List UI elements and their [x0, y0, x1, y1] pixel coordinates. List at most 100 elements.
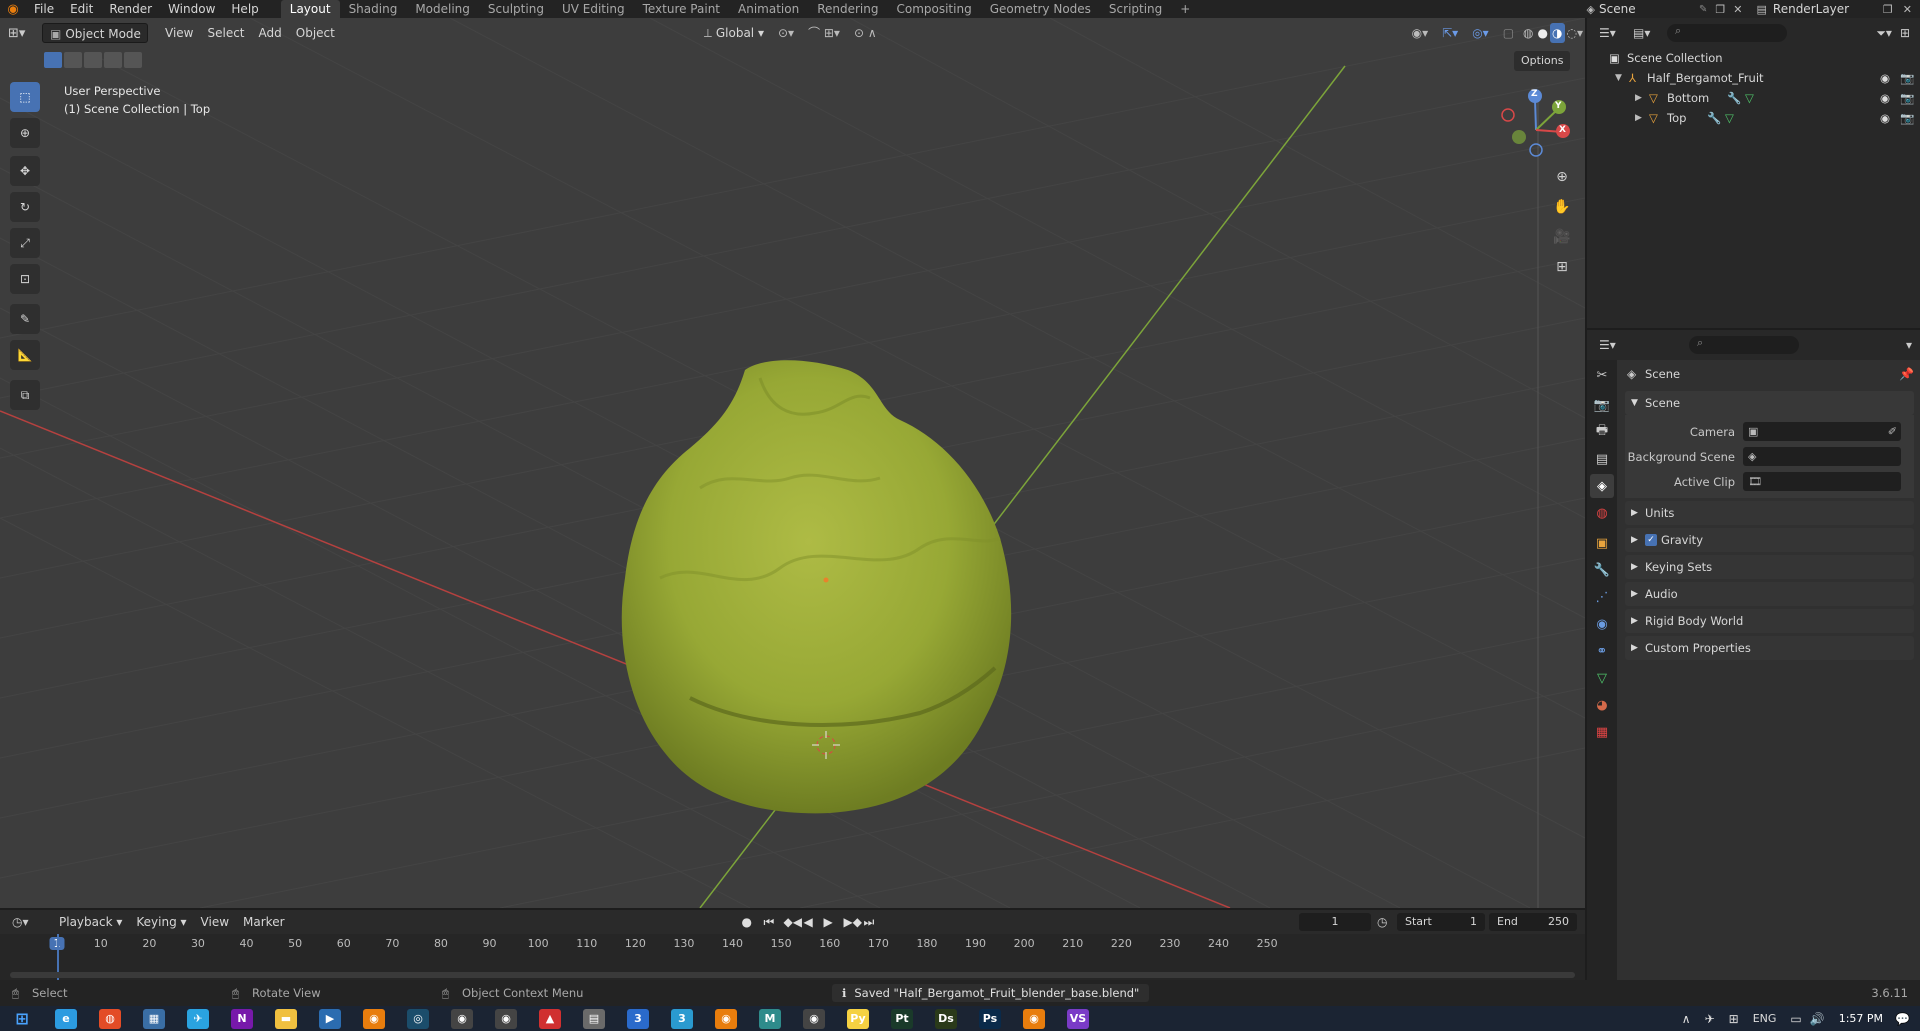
mode-selector[interactable]: ▣ Object Mode — [42, 23, 148, 43]
select-extend-icon[interactable] — [64, 52, 82, 68]
pin-icon[interactable]: 📌 — [1899, 367, 1914, 381]
render-camera-icon[interactable]: 📷 — [1900, 71, 1920, 85]
jump-keyframe-forward-icon[interactable]: ▶◆ — [844, 915, 864, 929]
frame-ruler[interactable]: 1102030405060708090100110120130140150160… — [0, 934, 1585, 956]
object-tab-icon[interactable]: ▣ — [1590, 531, 1614, 555]
output-tab-icon[interactable]: 🖶 — [1590, 420, 1614, 444]
pivot-point-icon[interactable]: ⊙▾ — [771, 23, 801, 43]
options-button[interactable]: Options — [1514, 51, 1571, 71]
mesh-data-icon[interactable]: ▽ — [1745, 91, 1763, 105]
measure-tool[interactable]: 📐 — [10, 340, 40, 370]
tab-layout[interactable]: Layout — [280, 0, 340, 18]
material-tab-icon[interactable]: ◕ — [1590, 693, 1614, 717]
telegram-tray-icon[interactable]: ✈ — [1705, 1012, 1715, 1026]
panel-rigid-body-header[interactable]: ▶ Rigid Body World — [1625, 609, 1914, 633]
start-frame-field[interactable]: Start 1 — [1397, 913, 1485, 931]
outliner-row-bottom[interactable]: ▶ ▽ Bottom 🔧 ▽ ◉ 📷 — [1587, 88, 1920, 108]
current-frame-field[interactable]: 1 — [1299, 913, 1371, 931]
calculator-taskbar-icon[interactable]: ▦ — [143, 1008, 165, 1029]
gizmo-toggle-icon[interactable]: ⇱▾ — [1435, 23, 1465, 43]
visibility-icon[interactable]: ◉▾ — [1405, 23, 1436, 43]
3d-viewport[interactable]: Z Y X ⊞▾ ▣ Object Mode View Select Add Ob… — [0, 18, 1585, 908]
add-cube-tool[interactable]: ⧉ — [10, 380, 40, 410]
mesh-data-tab-icon[interactable]: ▽ — [1590, 666, 1614, 690]
substance-designer-taskbar-icon[interactable]: Ds — [935, 1008, 957, 1029]
particles-tab-icon[interactable]: ⋰ — [1590, 585, 1614, 609]
eyedropper-icon[interactable]: ✐ — [1888, 425, 1897, 438]
shading-solid-icon[interactable]: ● — [1536, 23, 1550, 43]
menu-add[interactable]: Add — [252, 23, 289, 43]
render-camera-icon[interactable]: 📷 — [1900, 111, 1920, 125]
gravity-checkbox[interactable]: ✓ — [1645, 534, 1657, 546]
overlay-toggle-icon[interactable]: ◎▾ — [1465, 23, 1496, 43]
properties-search-input[interactable]: ⌕ — [1689, 336, 1799, 354]
tab-animation[interactable]: Animation — [729, 0, 808, 18]
blender3-taskbar-icon[interactable]: ◉ — [1023, 1008, 1045, 1029]
expand-arrow-icon[interactable]: ▶ — [1635, 113, 1649, 123]
new-collection-icon[interactable]: ⊞ — [1900, 26, 1910, 40]
outliner-editor-icon[interactable]: ☰▾ — [1599, 26, 1633, 40]
dropdown-icon[interactable]: ▾ — [1906, 338, 1912, 352]
view-layer-tab-icon[interactable]: ▤ — [1590, 447, 1614, 471]
select-new-icon[interactable] — [44, 52, 62, 68]
render-tab-icon[interactable]: 📷 — [1590, 393, 1614, 417]
filter-icon[interactable]: ⏷▾ — [1876, 26, 1892, 41]
panel-audio-header[interactable]: ▶ Audio — [1625, 582, 1914, 606]
end-frame-field[interactable]: End 250 — [1489, 913, 1577, 931]
record-icon[interactable]: ● — [742, 915, 764, 929]
clock-icon[interactable]: ◷ — [1377, 915, 1397, 929]
jump-keyframe-back-icon[interactable]: ◆◀ — [784, 915, 804, 929]
render-layer-selector[interactable]: RenderLayer — [1773, 2, 1883, 16]
edge-taskbar-icon[interactable]: e — [55, 1008, 77, 1029]
3dsmax-taskbar-icon[interactable]: 3 — [671, 1008, 693, 1029]
visual-studio-taskbar-icon[interactable]: VS — [1067, 1008, 1089, 1029]
annotate-tool[interactable]: ✎ — [10, 304, 40, 334]
visibility-eye-icon[interactable]: ◉ — [1880, 71, 1900, 85]
panel-gravity-header[interactable]: ▶ ✓ Gravity — [1625, 528, 1914, 552]
texture-tab-icon[interactable]: ▦ — [1590, 720, 1614, 744]
display-mode-icon[interactable]: ▤▾ — [1633, 26, 1667, 40]
menu-timeline-view[interactable]: View — [194, 912, 236, 932]
render-camera-icon[interactable]: 📷 — [1900, 91, 1920, 105]
properties-editor-icon[interactable]: ☰▾ — [1599, 338, 1689, 352]
blender-logo-icon[interactable]: ◉ — [0, 2, 26, 17]
shading-material-icon[interactable]: ◑ — [1550, 23, 1565, 43]
tray-chevron-icon[interactable]: ∧ — [1682, 1012, 1691, 1026]
visibility-eye-icon[interactable]: ◉ — [1880, 91, 1900, 105]
outliner-row-top[interactable]: ▶ ▽ Top 🔧 ▽ ◉ 📷 — [1587, 108, 1920, 128]
new-scene-icon[interactable]: ❐ — [1715, 3, 1725, 16]
tab-compositing[interactable]: Compositing — [887, 0, 980, 18]
blender2-taskbar-icon[interactable]: ◉ — [715, 1008, 737, 1029]
gizmo-z-label[interactable]: Z — [1531, 89, 1538, 99]
perspective-toggle-icon[interactable]: ⊞ — [1549, 254, 1575, 280]
tab-shading[interactable]: Shading — [340, 0, 407, 18]
modifier-wrench-icon[interactable]: 🔧 — [1727, 91, 1745, 105]
xray-toggle-icon[interactable]: ▢ — [1496, 23, 1521, 43]
jump-end-icon[interactable]: ⏭ — [864, 915, 884, 930]
select-box-tool[interactable]: ⬚ — [10, 82, 40, 112]
terminal-taskbar-icon[interactable]: ▶ — [319, 1008, 341, 1029]
obs2-taskbar-icon[interactable]: ◉ — [495, 1008, 517, 1029]
pin-icon[interactable]: ✎ — [1699, 4, 1707, 15]
shading-rendered-icon[interactable]: ◌▾ — [1565, 23, 1586, 43]
scale-tool[interactable]: ⤢ — [10, 228, 40, 258]
visibility-eye-icon[interactable]: ◉ — [1880, 111, 1900, 125]
menu-playback[interactable]: Playback ▾ — [52, 912, 129, 932]
expand-arrow-icon[interactable]: ▼ — [1615, 73, 1629, 83]
modifier-wrench-icon[interactable]: 🔧 — [1707, 111, 1725, 125]
move-tool[interactable]: ✥ — [10, 156, 40, 186]
menu-help[interactable]: Help — [223, 0, 266, 18]
snap-icon[interactable]: ⌒ ⊞▾ — [801, 23, 847, 43]
menu-file[interactable]: File — [26, 0, 62, 18]
panel-custom-properties-header[interactable]: ▶ Custom Properties — [1625, 636, 1914, 660]
timeline-editor-icon[interactable]: ◷▾ — [12, 915, 52, 929]
timeline-scrollbar[interactable] — [10, 972, 1575, 978]
play-icon[interactable]: ▶ — [824, 915, 844, 929]
tool-tab-icon[interactable]: ✂ — [1590, 363, 1614, 387]
network-tray-icon[interactable]: ⊞ — [1729, 1012, 1739, 1026]
pan-hand-icon[interactable]: ✋ — [1549, 194, 1575, 220]
modifier-tab-icon[interactable]: 🔧 — [1590, 558, 1614, 582]
python-taskbar-icon[interactable]: Py — [847, 1008, 869, 1029]
volume-tray-icon[interactable]: 🔊 — [1810, 1012, 1825, 1026]
gizmo-y-label[interactable]: Y — [1555, 101, 1562, 111]
